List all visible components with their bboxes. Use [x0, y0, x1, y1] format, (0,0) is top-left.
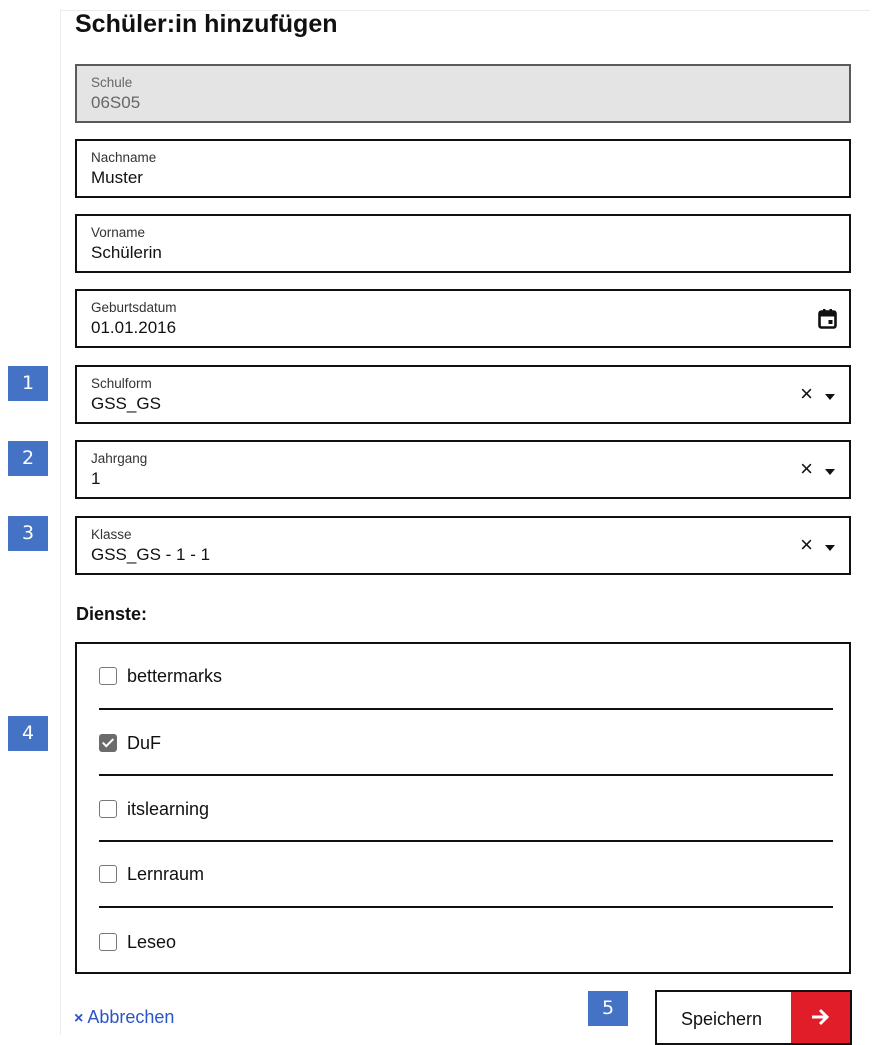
- close-icon: ×: [74, 1010, 84, 1027]
- service-label: DuF: [127, 733, 162, 753]
- clear-icon[interactable]: ×: [800, 458, 813, 480]
- marker-5: 5: [588, 991, 628, 1026]
- services-heading: Dienste:: [76, 604, 148, 624]
- jahrgang-value: 1: [91, 469, 101, 488]
- nachname-field[interactable]: Nachname Muster: [75, 139, 851, 198]
- services-list: bettermarks DuF itslearning Lernraum Les…: [75, 642, 851, 974]
- save-label: Speichern: [681, 1009, 763, 1029]
- checkbox-checked[interactable]: [99, 734, 117, 752]
- service-label: Lernraum: [127, 864, 205, 884]
- service-label: itslearning: [127, 799, 210, 819]
- cancel-label: Abbrechen: [87, 1007, 175, 1027]
- service-item-leseo[interactable]: Leseo: [99, 910, 833, 974]
- nachname-label: Nachname: [91, 150, 157, 165]
- divider: [99, 906, 833, 908]
- nachname-value[interactable]: Muster: [91, 168, 143, 188]
- vorname-value[interactable]: Schülerin: [91, 243, 162, 263]
- marker-3: 3: [8, 516, 48, 551]
- checkbox[interactable]: [99, 800, 117, 818]
- jahrgang-label: Jahrgang: [91, 451, 148, 466]
- service-label: bettermarks: [127, 666, 223, 686]
- clear-icon[interactable]: ×: [800, 534, 813, 556]
- klasse-select[interactable]: Klasse GSS_GS - 1 - 1 ×: [75, 516, 851, 575]
- vorname-label: Vorname: [91, 225, 146, 240]
- geburtsdatum-label: Geburtsdatum: [91, 300, 177, 315]
- geburtsdatum-value[interactable]: 01.01.2016: [91, 318, 176, 338]
- schulform-value: GSS_GS: [91, 394, 161, 413]
- checkbox[interactable]: [99, 933, 117, 951]
- divider: [99, 708, 833, 710]
- checkbox[interactable]: [99, 667, 117, 685]
- cancel-link[interactable]: × Abbrechen: [74, 1007, 174, 1028]
- chevron-down-icon[interactable]: [825, 394, 835, 400]
- klasse-label: Klasse: [91, 527, 132, 542]
- klasse-value: GSS_GS - 1 - 1: [91, 545, 211, 564]
- clear-icon[interactable]: ×: [800, 383, 813, 405]
- geburtsdatum-field[interactable]: Geburtsdatum 01.01.2016: [75, 289, 851, 348]
- service-item-duf[interactable]: DuF: [99, 711, 833, 775]
- page-title: Schüler:in hinzufügen: [75, 10, 338, 38]
- service-label: Leseo: [127, 932, 177, 952]
- schule-field: Schule 06S05: [75, 64, 851, 123]
- checkbox[interactable]: [99, 865, 117, 883]
- vorname-field[interactable]: Vorname Schülerin: [75, 214, 851, 273]
- marker-1: 1: [8, 366, 48, 401]
- chevron-down-icon[interactable]: [825, 469, 835, 475]
- jahrgang-select[interactable]: Jahrgang 1 ×: [75, 440, 851, 499]
- service-item-bettermarks[interactable]: bettermarks: [99, 644, 833, 708]
- schulform-select[interactable]: Schulform GSS_GS ×: [75, 365, 851, 424]
- save-button[interactable]: Speichern: [655, 990, 852, 1045]
- schule-value: 06S05: [91, 93, 141, 112]
- chevron-down-icon[interactable]: [825, 545, 835, 551]
- schule-label: Schule: [91, 75, 133, 90]
- calendar-icon[interactable]: [818, 309, 837, 329]
- marker-4: 4: [8, 716, 48, 751]
- save-arrow-box: [791, 992, 850, 1043]
- divider: [99, 774, 833, 776]
- marker-2: 2: [8, 441, 48, 476]
- service-item-lernraum[interactable]: Lernraum: [99, 842, 833, 906]
- arrow-right-icon: [812, 1008, 830, 1026]
- schulform-label: Schulform: [91, 376, 152, 391]
- service-item-itslearning[interactable]: itslearning: [99, 777, 833, 841]
